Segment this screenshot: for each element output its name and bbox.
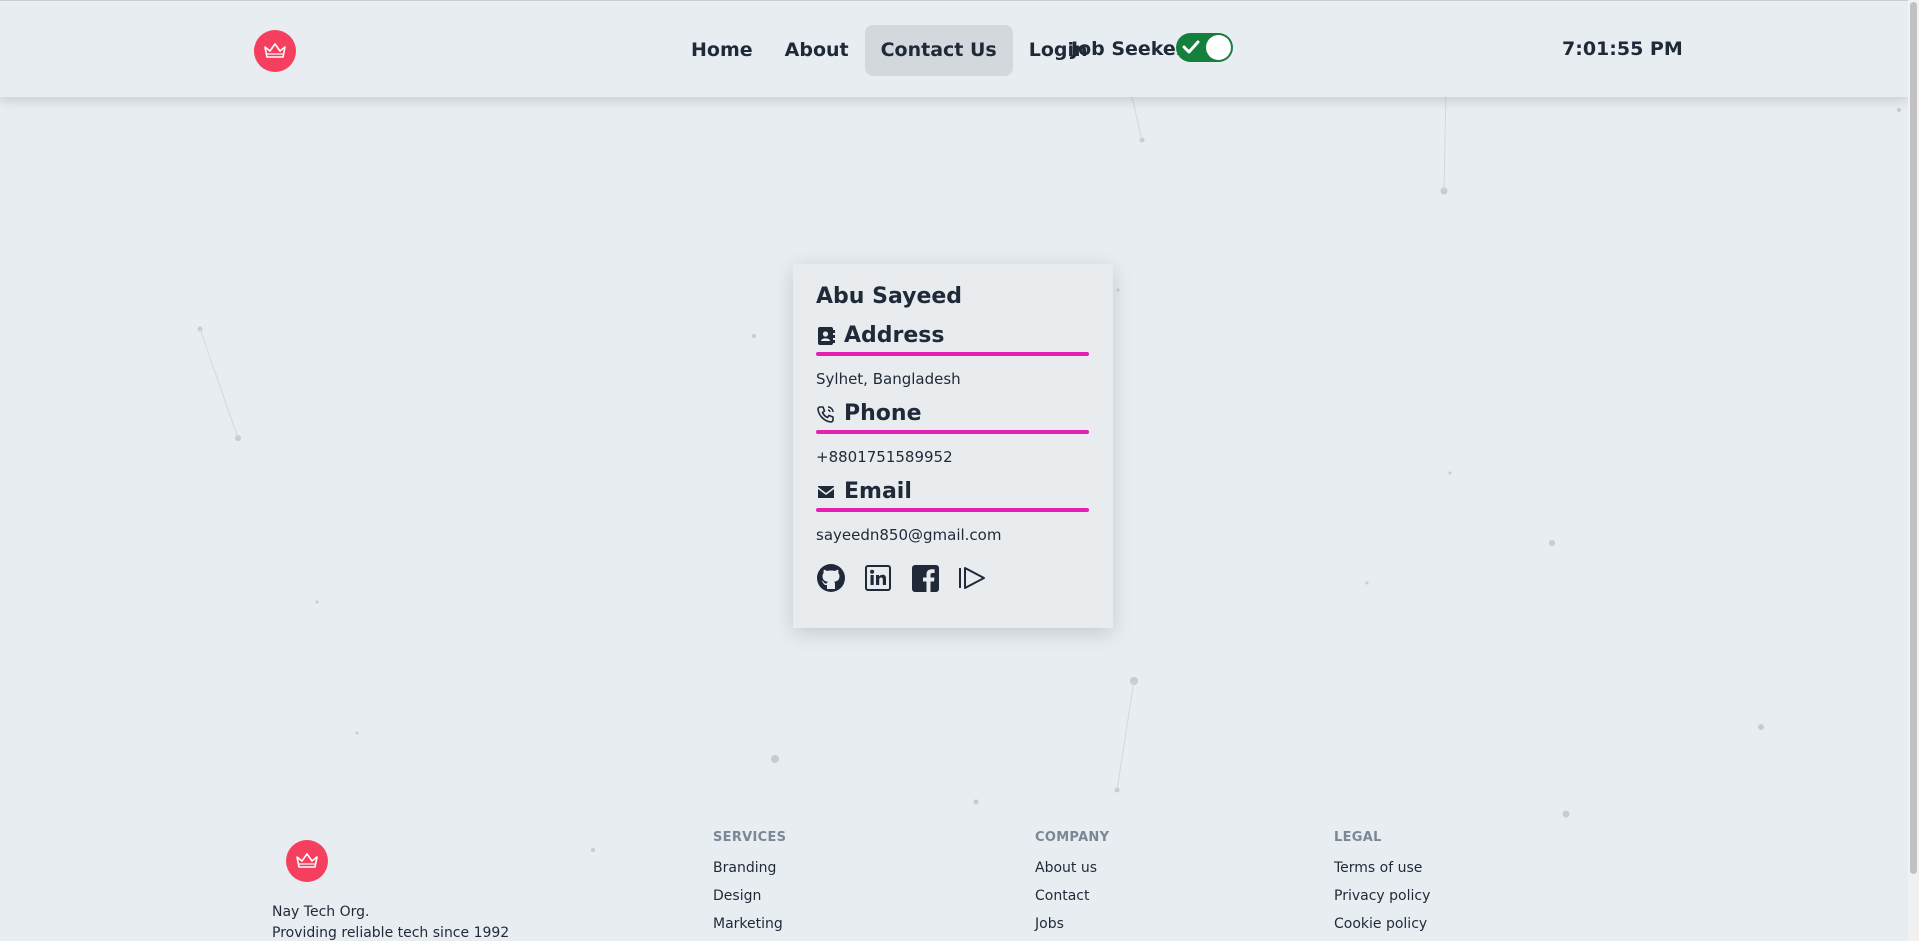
crown-logo-icon[interactable] [286,840,328,882]
nav-contact-us[interactable]: Contact Us [864,25,1013,76]
toggle-knob [1206,35,1231,60]
crown-logo-icon[interactable] [254,30,296,72]
phone-value: +8801751589952 [816,448,953,466]
footer-company: COMPANY About us Contact Jobs [1035,830,1109,941]
facebook-icon[interactable] [910,563,940,593]
footer-link-terms[interactable]: Terms of use [1334,859,1430,887]
social-links [816,563,1090,593]
check-icon [1182,40,1200,54]
envelope-icon [816,482,836,502]
scrollbar-thumb[interactable] [1910,2,1917,874]
linkedin-icon[interactable] [863,563,893,593]
github-icon[interactable] [816,563,846,593]
org-tagline: Providing reliable tech since 1992 [272,925,510,941]
footer: Nay Tech Org. Providing reliable tech si… [0,820,1908,941]
footer-services: SERVICES Branding Design Marketing [713,830,786,941]
address-value: Sylhet, Bangladesh [816,370,961,388]
email-heading: Email [816,476,1090,507]
footer-link-design[interactable]: Design [713,887,786,915]
nav-about[interactable]: About [769,25,865,76]
nav-home[interactable]: Home [675,25,769,76]
email-title: Email [844,479,912,504]
play-icon[interactable] [957,563,987,593]
contact-name: Abu Sayeed [816,284,963,309]
email-value: sayeedn850@gmail.com [816,526,1002,544]
job-seeker-label: Job Seeker [1071,38,1186,60]
phone-heading: Phone [816,398,1090,429]
vertical-scrollbar[interactable] [1908,0,1919,941]
legal-heading: LEGAL [1334,830,1382,845]
contact-card: Abu Sayeed Address Sylhet, Bangladesh Ph… [793,264,1113,628]
footer-link-marketing[interactable]: Marketing [713,915,786,941]
clock: 7:01:55 PM [1562,38,1683,60]
footer-legal: LEGAL Terms of use Privacy policy Cookie… [1334,830,1430,941]
footer-org: Nay Tech Org. Providing reliable tech si… [272,902,509,941]
footer-link-contact[interactable]: Contact [1035,887,1109,915]
services-heading: SERVICES [713,830,787,845]
company-heading: COMPANY [1035,830,1110,845]
footer-link-jobs[interactable]: Jobs [1035,915,1109,941]
phone-icon [816,404,836,424]
main-nav: Home About Contact Us Login [675,25,1104,76]
footer-link-branding[interactable]: Branding [713,859,786,887]
address-title: Address [844,323,945,348]
footer-link-privacy[interactable]: Privacy policy [1334,887,1430,915]
email-divider [816,508,1089,512]
address-book-icon [816,326,836,346]
phone-title: Phone [844,401,922,426]
address-heading: Address [816,320,1090,351]
navbar: Home About Contact Us Login Job Seeker 7… [0,0,1908,97]
org-name: Nay Tech Org. [272,904,370,920]
phone-divider [816,430,1089,434]
footer-link-about-us[interactable]: About us [1035,859,1109,887]
address-divider [816,352,1089,356]
footer-link-cookie[interactable]: Cookie policy [1334,915,1430,941]
job-seeker-toggle[interactable] [1176,33,1233,62]
